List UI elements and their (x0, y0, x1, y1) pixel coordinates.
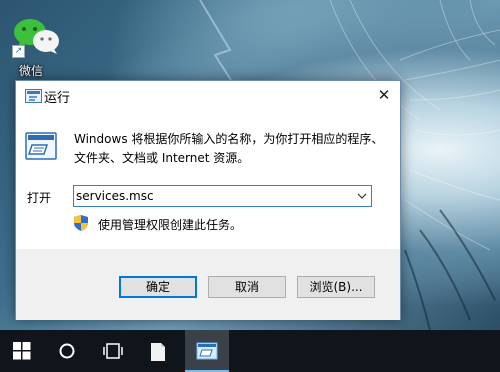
cortana-circle-icon (59, 343, 75, 359)
file-explorer-button[interactable] (139, 330, 179, 372)
uac-shield-icon (74, 215, 88, 231)
browse-button[interactable]: 浏览(B)... (297, 276, 375, 298)
windows-logo-icon (13, 342, 31, 360)
shortcut-arrow-icon: ↗ (12, 45, 25, 58)
run-app-icon (25, 132, 57, 160)
cancel-button[interactable]: 取消 (208, 276, 286, 298)
dialog-footer: 确定 取消 浏览(B)... (16, 249, 400, 320)
wechat-desktop-icon[interactable]: ↗ 微信 (6, 16, 66, 84)
chevron-down-icon[interactable] (355, 189, 369, 203)
task-view-button[interactable] (92, 330, 132, 372)
ok-button[interactable]: 确定 (119, 276, 197, 298)
wechat-icon-label: 微信 (18, 64, 43, 78)
taskbar (0, 330, 500, 372)
run-icon (25, 89, 42, 103)
close-button[interactable]: ✕ (370, 83, 398, 107)
run-dialog: 运行 ✕ Windows 将根据你所输入的名称，为你打开相应的程序、文件夹、文档… (15, 80, 401, 320)
task-view-icon (103, 343, 123, 359)
dialog-description: Windows 将根据你所输入的名称，为你打开相应的程序、文件夹、文档或 Int… (74, 132, 384, 165)
run-taskbar-button[interactable] (185, 330, 229, 372)
dialog-titlebar[interactable]: 运行 ✕ (16, 81, 400, 111)
open-label: 打开 (27, 191, 52, 205)
dialog-title: 运行 (44, 91, 71, 106)
admin-note-text: 使用管理权限创建此任务。 (98, 218, 243, 232)
open-combobox[interactable] (73, 185, 372, 207)
open-input[interactable] (76, 188, 346, 204)
document-icon (151, 343, 165, 361)
search-button[interactable] (47, 330, 87, 372)
run-icon (196, 342, 218, 360)
start-button[interactable] (2, 330, 42, 372)
